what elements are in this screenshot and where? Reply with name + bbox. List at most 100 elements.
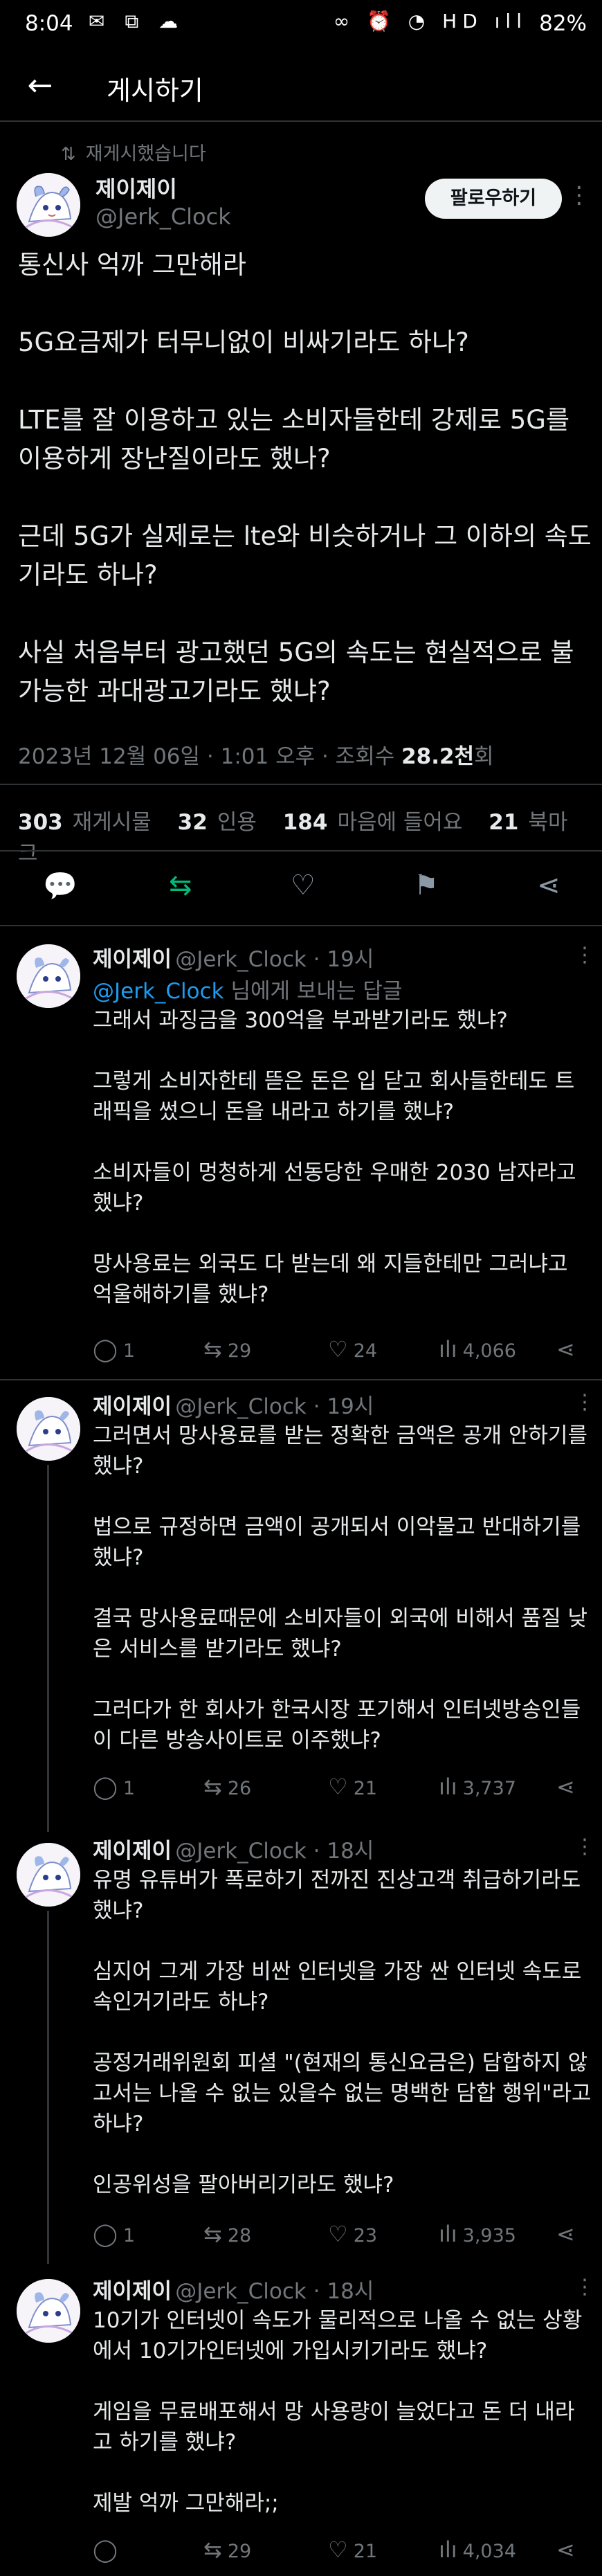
notification-icons: ✉ ⧉ ☁: [89, 10, 185, 33]
reply-header: 제이제이 @Jerk_Clock · 19시: [93, 1389, 374, 1420]
reply-body: 유명 유튜버가 폭로하기 전까진 진상고객 취급하기라도 했냐? 심지어 그게 …: [93, 1868, 592, 2197]
stat-count[interactable]: 303: [18, 810, 63, 835]
reply-avatar[interactable]: [17, 944, 80, 1008]
reply-header: 제이제이 @Jerk_Clock · 19시: [93, 942, 374, 973]
more-options-icon[interactable]: ⋮: [567, 181, 591, 209]
stats-divider: [0, 850, 602, 852]
like-count[interactable]: ♡ 23: [328, 2221, 377, 2247]
reply-count[interactable]: ◯: [93, 2537, 123, 2563]
like-icon[interactable]: ♡: [291, 870, 316, 901]
follow-button[interactable]: 팔로우하기: [425, 179, 562, 219]
view-count[interactable]: ılı 4,066: [439, 1336, 516, 1362]
repost-icon[interactable]: ⇆: [203, 1774, 222, 1800]
repost-icon[interactable]: ⇆: [203, 1336, 222, 1362]
view-count: 28.2천: [401, 744, 475, 769]
reply-header: 제이제이 @Jerk_Clock · 18시: [93, 2273, 374, 2305]
author-avatar[interactable]: [17, 173, 80, 237]
repost-count[interactable]: ⇆ 28: [203, 2221, 251, 2247]
reply-to-mention[interactable]: @Jerk_Clock: [93, 979, 224, 1004]
author-name[interactable]: 제이제이: [95, 172, 177, 204]
author-handle[interactable]: @Jerk_Clock: [95, 204, 231, 230]
more-options-icon[interactable]: ⋮: [574, 2275, 595, 2299]
status-bar: 8:04 ✉ ⧉ ☁ ∞ ⏰ ◔ HD ıll 82%: [0, 0, 602, 54]
share-icon[interactable]: ⋖: [556, 2537, 581, 2563]
reply-body: 그래서 과징금을 300억을 부과받기라도 했냐? 그렇게 소비자한테 뜯은 돈…: [93, 1008, 576, 1307]
reply-count[interactable]: ◯ 1: [93, 2221, 135, 2247]
stat-count[interactable]: 184: [283, 810, 328, 835]
avatar-illustration: [17, 2279, 80, 2343]
repost-icon[interactable]: ⇆: [203, 2221, 222, 2247]
reply-icon[interactable]: ◯: [93, 2537, 118, 2563]
stat-count[interactable]: 32: [178, 810, 208, 835]
view-count[interactable]: ılı 3,737: [439, 1774, 516, 1800]
reply-author-name[interactable]: 제이제이: [93, 2279, 172, 2304]
reply-author-handle[interactable]: @Jerk_Clock · 19시: [175, 947, 374, 972]
post-body: 통신사 억까 그만해라 5G요금제가 터무니없이 비싸기라도 하나? LTE를 …: [18, 250, 592, 706]
reply-divider: [0, 1379, 602, 1380]
analytics-icon[interactable]: ılı: [439, 1336, 457, 1362]
like-count[interactable]: ♡ 21: [328, 2537, 377, 2563]
reply-avatar[interactable]: [17, 1397, 80, 1461]
thread-connector: [47, 1465, 49, 1832]
repost-count[interactable]: ⇆ 29: [203, 1336, 251, 1362]
more-options-icon[interactable]: ⋮: [574, 1390, 595, 1414]
reply-to-text: 님에게 보내는 답글: [224, 979, 403, 1004]
more-options-icon[interactable]: ⋮: [574, 943, 595, 967]
status-time: 8:04: [25, 11, 73, 36]
stat-label[interactable]: 재게시물: [73, 810, 152, 835]
reply-avatar[interactable]: [17, 2279, 80, 2343]
stat-count[interactable]: 21: [489, 810, 518, 835]
like-icon[interactable]: ♡: [328, 2537, 348, 2563]
reply-author-name[interactable]: 제이제이: [93, 947, 172, 972]
repost-icon[interactable]: ⇆: [169, 870, 192, 901]
repost-indicator: ⇅ 재게시했습니다: [61, 138, 206, 165]
repost-count[interactable]: ⇆ 26: [203, 1774, 251, 1800]
like-count[interactable]: ♡ 24: [328, 1336, 377, 1362]
reply-author-name[interactable]: 제이제이: [93, 1839, 172, 1864]
thread-connector: [47, 1911, 49, 2264]
view-count[interactable]: ılı 3,935: [439, 2221, 516, 2247]
reply-header: 제이제이 @Jerk_Clock · 18시: [93, 1833, 374, 1864]
bookmark-icon[interactable]: ⚑: [414, 870, 439, 901]
share-icon[interactable]: ⋖: [556, 1336, 581, 1362]
view-count-suffix: 회: [474, 744, 494, 769]
reply-author-handle[interactable]: @Jerk_Clock · 18시: [175, 1839, 374, 1864]
repost-count[interactable]: ⇆ 29: [203, 2537, 251, 2563]
more-options-icon[interactable]: ⋮: [574, 1835, 595, 1859]
reply-count[interactable]: ◯ 1: [93, 1336, 135, 1362]
battery-level: 82%: [539, 11, 587, 36]
avatar-illustration: [17, 944, 80, 1008]
view-count[interactable]: ılı 4,034: [439, 2537, 516, 2563]
reply-avatar[interactable]: [17, 1843, 80, 1907]
repost-icon[interactable]: ⇆: [203, 2537, 222, 2563]
analytics-icon[interactable]: ılı: [439, 1774, 457, 1800]
reply-body: 그러면서 망사용료를 받는 정확한 금액은 공개 안하기를 했냐? 법으로 규정…: [93, 1423, 588, 1753]
like-icon[interactable]: ♡: [328, 1336, 348, 1362]
avatar-illustration: [17, 1843, 80, 1907]
back-arrow-icon[interactable]: ←: [19, 66, 61, 108]
like-count[interactable]: ♡ 21: [328, 1774, 377, 1800]
share-icon[interactable]: ⋖: [556, 1774, 581, 1800]
reply-author-name[interactable]: 제이제이: [93, 1394, 172, 1419]
share-icon[interactable]: ⋖: [537, 870, 560, 901]
reply-icon[interactable]: 💬: [43, 870, 77, 902]
avatar-illustration: [17, 1397, 80, 1461]
analytics-icon[interactable]: ılı: [439, 2537, 457, 2563]
like-icon[interactable]: ♡: [328, 2221, 348, 2247]
repost-note-text: 재게시했습니다: [85, 143, 206, 165]
actions-divider: [0, 925, 602, 926]
stat-label[interactable]: 인용: [217, 810, 257, 835]
reply-author-handle[interactable]: @Jerk_Clock · 19시: [175, 1394, 374, 1419]
analytics-icon[interactable]: ılı: [439, 2221, 457, 2247]
reply-icon[interactable]: ◯: [93, 1774, 118, 1800]
stat-label[interactable]: 마음에 들어요: [337, 810, 462, 835]
reply-icon[interactable]: ◯: [93, 2221, 118, 2247]
share-icon[interactable]: ⋖: [556, 2221, 581, 2247]
like-icon[interactable]: ♡: [328, 1774, 348, 1800]
header-divider: [0, 120, 602, 122]
meta-divider: [0, 784, 602, 785]
reply-icon[interactable]: ◯: [93, 1336, 118, 1362]
reply-author-handle[interactable]: @Jerk_Clock · 18시: [175, 2279, 374, 2304]
system-icons: ∞ ⏰ ◔ HD ıll: [333, 10, 527, 33]
reply-count[interactable]: ◯ 1: [93, 1774, 135, 1800]
